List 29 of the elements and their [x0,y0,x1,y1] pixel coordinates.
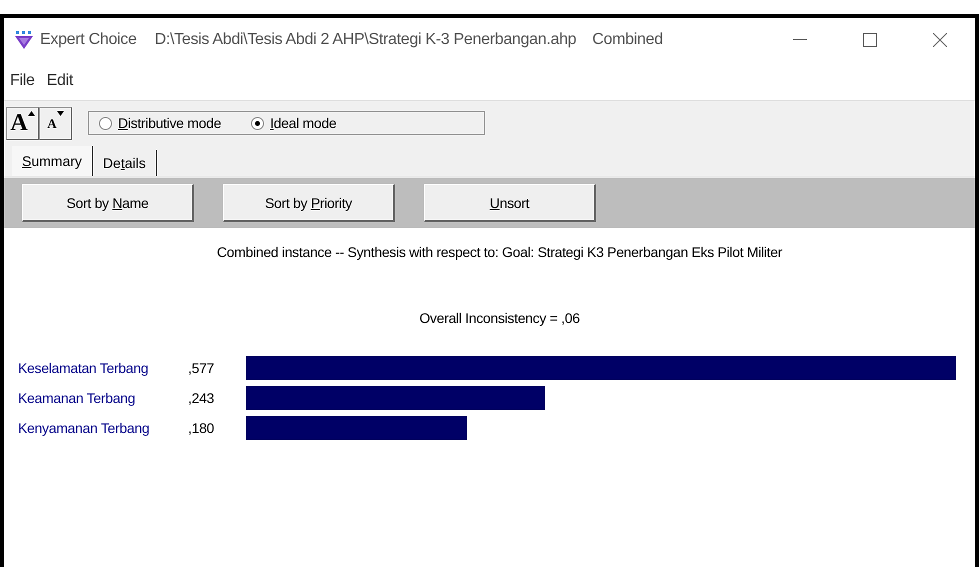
font-smaller-button[interactable]: A [39,106,72,140]
menu-item[interactable]: File [10,70,35,92]
caret-down-icon[interactable] [56,110,64,116]
result-value: ,180 [188,420,216,436]
result-name: Keamanan Terbang [18,390,136,406]
mode-label: Combined [592,31,663,49]
radio-button[interactable] [251,116,264,130]
close-icon[interactable] [933,33,947,47]
tab[interactable]: Summary [12,146,93,176]
caret-up-icon[interactable] [28,110,35,116]
maximize-icon[interactable] [863,33,877,47]
file-path: D:\Tesis Abdi\Tesis Abdi 2 AHP\Strategi K-3 Penerbangan.ahp [154,31,576,49]
inconsistency-text: Overall Inconsistency = ,06 [418,310,580,326]
radio-label[interactable]: Ideal mode [270,115,336,131]
result-value: ,243 [188,390,216,406]
app-icon [14,30,34,50]
result-value: ,577 [188,360,216,376]
result-name: Kenyamanan Terbang [18,420,150,436]
sort-button[interactable]: Sort by Priority [223,184,395,222]
radio-button[interactable] [99,116,112,130]
sort-button[interactable]: Sort by Name [22,184,194,222]
minimize-icon[interactable] [793,39,807,41]
sort-button[interactable]: Unsort [424,184,596,222]
menu-item[interactable]: Edit [46,70,73,92]
result-name: Keselamatan Terbang [18,360,150,376]
window-title: Expert Choice [40,31,137,49]
font-larger-button[interactable]: A [6,106,39,140]
synthesis-heading: Combined instance -- Synthesis with respect to: Goal: Strategi K3 Penerbangan Eks Pilot Militer [216,244,782,260]
radio-label[interactable]: Distributive mode [118,115,222,131]
